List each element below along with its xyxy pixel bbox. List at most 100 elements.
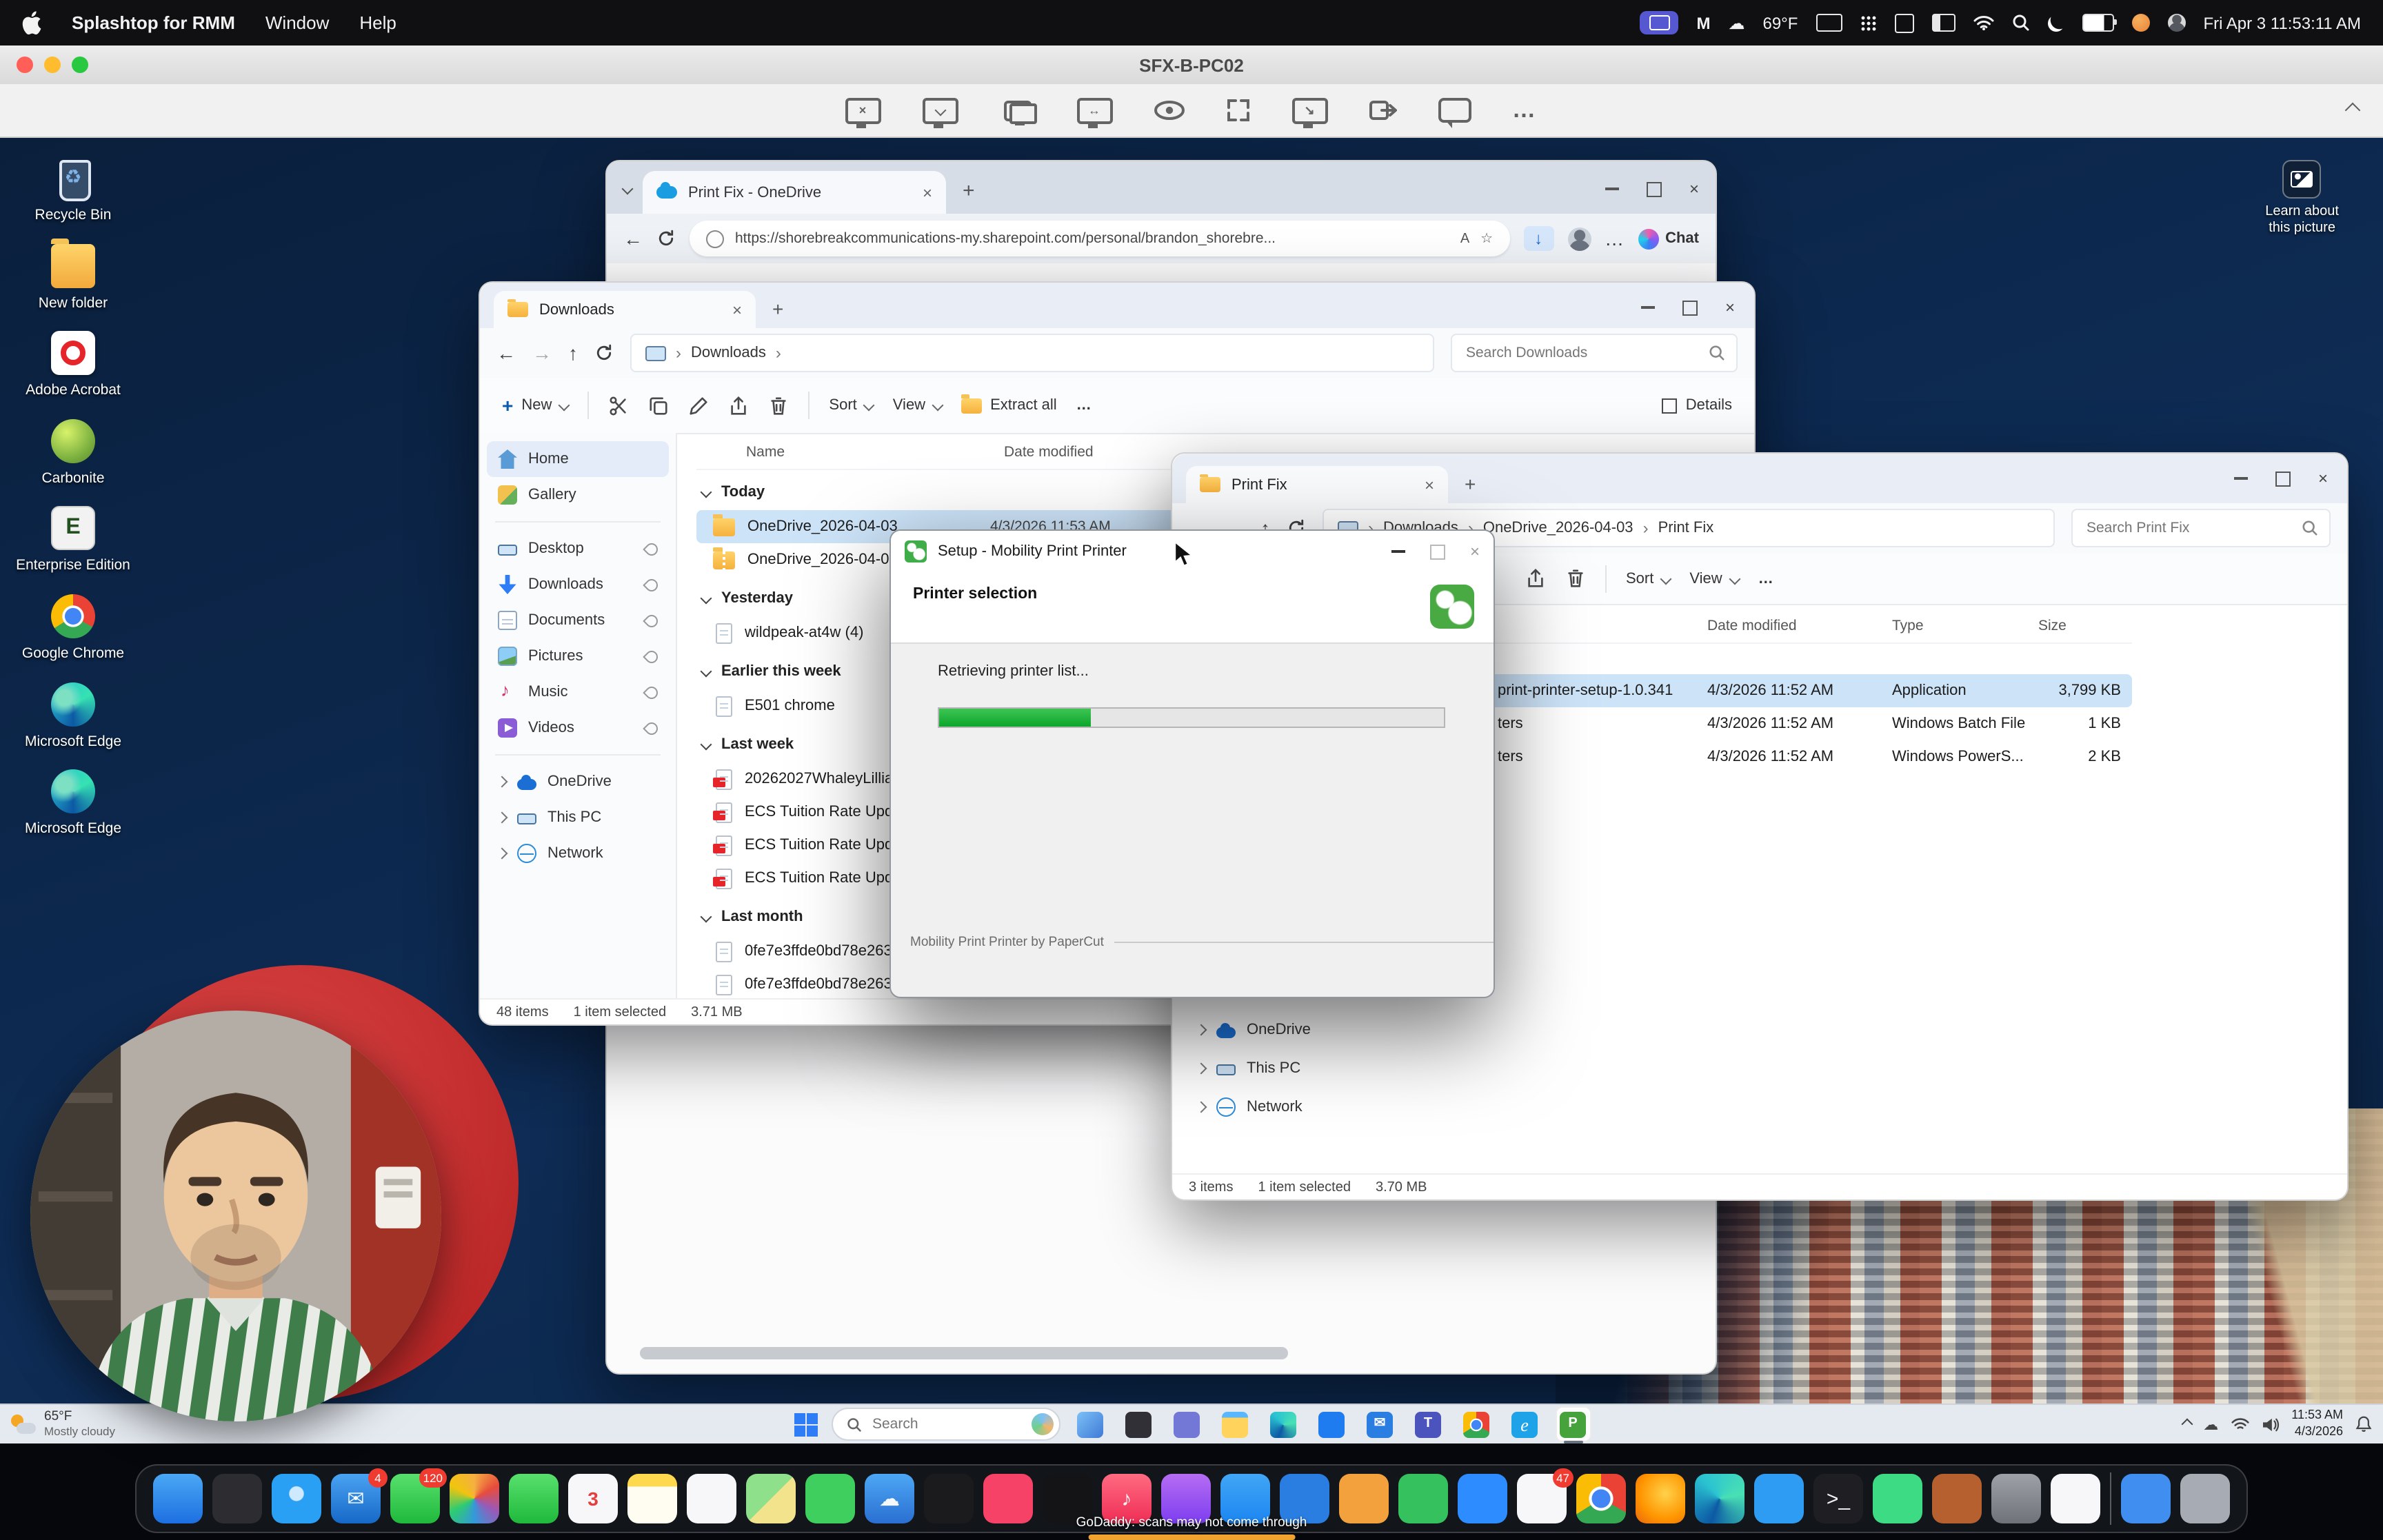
search-input[interactable] <box>2084 518 2293 538</box>
select-monitor-icon[interactable] <box>922 97 958 123</box>
edge-back-icon[interactable]: ← <box>623 227 643 250</box>
tab-close-icon[interactable]: × <box>1425 475 1434 494</box>
zoom-window-button[interactable] <box>72 57 88 73</box>
menubar-menu-window[interactable]: Window <box>265 12 330 33</box>
spotlight-icon[interactable] <box>2011 14 2029 32</box>
extract-all-button[interactable]: Extract all <box>961 397 1057 414</box>
breadcrumb-printfix[interactable]: Print Fix <box>1658 520 1714 536</box>
breadcrumb-onedrive-folder[interactable]: OneDrive_2026-04-03 <box>1483 520 1633 536</box>
taskbar-app[interactable] <box>1169 1406 1205 1442</box>
menubar-app-title[interactable]: Splashtop for RMM <box>72 12 235 33</box>
dock-item[interactable] <box>2051 1474 2100 1523</box>
edge-refresh-icon[interactable] <box>656 229 676 248</box>
grid-icon[interactable] <box>1860 14 1876 31</box>
desktop-icon[interactable]: Microsoft Edge <box>14 768 132 838</box>
resize-display-icon[interactable]: ↘ <box>1291 97 1327 123</box>
disconnect-monitor-icon[interactable]: × <box>845 97 881 123</box>
dock-item[interactable] <box>153 1474 203 1523</box>
desktop-icon[interactable]: E Enterprise Edition <box>14 505 132 575</box>
back-icon[interactable]: ← <box>496 342 516 364</box>
desktop-icon[interactable]: New folder <box>14 242 132 312</box>
network-icon[interactable] <box>2231 1417 2249 1431</box>
command-more-icon[interactable]: … <box>1076 397 1092 414</box>
dock-item[interactable] <box>212 1474 262 1523</box>
dock-item[interactable] <box>1991 1474 2041 1523</box>
dock-item[interactable] <box>1873 1474 1922 1523</box>
taskbar-app[interactable]: P <box>1555 1406 1591 1442</box>
delete-icon[interactable] <box>1565 568 1586 589</box>
favorites-star-icon[interactable]: ☆ <box>1480 231 1493 246</box>
start-button[interactable] <box>792 1411 818 1437</box>
sidebar-pinned-item[interactable]: Documents <box>487 602 669 638</box>
search-input[interactable] <box>1463 343 1700 363</box>
dock-item[interactable]: 47 <box>1517 1474 1567 1523</box>
view-options-icon[interactable] <box>1154 101 1184 120</box>
dock-item[interactable] <box>1458 1474 1507 1523</box>
collapse-toolbar-icon[interactable] <box>2347 98 2358 123</box>
battery-icon[interactable] <box>2082 14 2113 32</box>
explorer-active-tab[interactable]: Print Fix × <box>1186 466 1448 503</box>
tab-close-icon[interactable]: × <box>923 183 932 202</box>
read-aloud-icon[interactable]: A <box>1460 231 1469 246</box>
box-icon[interactable] <box>1894 13 1913 32</box>
new-button[interactable]: + New <box>502 394 568 416</box>
expand-chevron-icon[interactable] <box>1196 1024 1207 1035</box>
group-collapse-icon[interactable] <box>701 665 712 677</box>
desktop-icon[interactable]: Recycle Bin <box>14 154 132 224</box>
dock-item[interactable] <box>1636 1474 1685 1523</box>
command-more-icon[interactable]: … <box>1758 570 1773 587</box>
notification-toast[interactable]: GoDaddy: scans may not come through <box>1076 1515 1307 1540</box>
details-button[interactable]: Details <box>1662 397 1732 414</box>
expand-chevron-icon[interactable] <box>496 776 508 788</box>
minimize-window-button[interactable] <box>44 57 61 73</box>
profile-avatar[interactable] <box>1567 227 1591 250</box>
dock-item[interactable]: 3 <box>568 1474 618 1523</box>
edge-address-bar[interactable]: https://shorebreakcommunications-my.shar… <box>690 221 1509 256</box>
taskbar-app[interactable] <box>1458 1406 1494 1442</box>
expand-chevron-icon[interactable] <box>496 848 508 860</box>
new-tab-button[interactable]: + <box>963 179 975 203</box>
minimize-button[interactable] <box>2234 477 2248 479</box>
address-breadcrumb[interactable]: › Downloads › <box>630 334 1434 372</box>
apple-logo-icon[interactable] <box>22 11 41 34</box>
dock-item[interactable] <box>1695 1474 1744 1523</box>
group-collapse-icon[interactable] <box>701 738 712 750</box>
explorer-search-box[interactable] <box>2071 509 2331 547</box>
sidebar-drive-item[interactable]: OneDrive <box>487 764 669 800</box>
breadcrumb-downloads[interactable]: Downloads <box>691 345 766 361</box>
dock-item[interactable]: >_ <box>1813 1474 1863 1523</box>
sidebar-item[interactable]: Gallery <box>487 477 669 513</box>
chat-icon[interactable] <box>1438 98 1471 123</box>
group-collapse-icon[interactable] <box>701 911 712 922</box>
site-info-icon[interactable] <box>706 230 724 247</box>
share-icon[interactable] <box>728 395 749 416</box>
expand-chevron-icon[interactable] <box>1196 1062 1207 1074</box>
dock-item[interactable] <box>805 1474 855 1523</box>
refresh-icon[interactable] <box>594 343 614 363</box>
close-button[interactable]: × <box>1725 298 1735 317</box>
sidebar-drive-item[interactable]: This PC <box>487 800 669 835</box>
taskbar-app[interactable]: ✉ <box>1362 1406 1398 1442</box>
dock-item[interactable] <box>1754 1474 1804 1523</box>
taskbar-search-box[interactable] <box>831 1408 1060 1441</box>
dock-item[interactable] <box>687 1474 736 1523</box>
dialog-minimize-button[interactable] <box>1391 550 1405 552</box>
desktop-icon[interactable]: Google Chrome <box>14 593 132 662</box>
taskbar-app[interactable]: e <box>1507 1406 1542 1442</box>
up-icon[interactable]: ↑ <box>568 342 578 364</box>
volume-icon[interactable] <box>2261 1417 2279 1432</box>
dock-item[interactable]: ✉ 4 <box>331 1474 381 1523</box>
view-button[interactable]: View <box>1689 570 1738 587</box>
switch-display-icon[interactable]: ↔ <box>1076 97 1112 123</box>
sidebar-drive-item[interactable]: Network <box>487 835 669 871</box>
sort-button[interactable]: Sort <box>1626 570 1670 587</box>
menubar-clock[interactable]: Fri Apr 3 11:53:11 AM <box>2203 13 2361 32</box>
maximize-button[interactable] <box>1682 300 1698 315</box>
dock-item[interactable] <box>1932 1474 1982 1523</box>
keyboard-icon[interactable] <box>1816 14 1842 32</box>
dialog-close-button[interactable]: × <box>1470 542 1480 561</box>
sidebar-pinned-item[interactable]: Videos <box>487 710 669 746</box>
dialog-maximize-button[interactable] <box>1430 544 1445 559</box>
rename-icon[interactable] <box>688 395 709 416</box>
focus-moon-icon[interactable] <box>2047 14 2064 31</box>
